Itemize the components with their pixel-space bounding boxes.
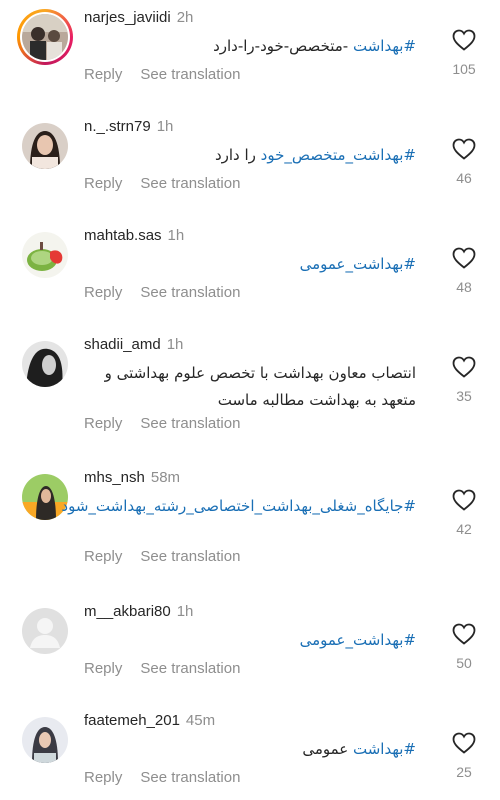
reply-button[interactable]: Reply: [84, 415, 122, 432]
comment-time: 1h: [166, 336, 184, 353]
comment-text: انتصاب معاون بهداشت با تخصص علوم بهداشتی…: [84, 360, 416, 414]
hashtag-link[interactable]: #بهداشت: [353, 740, 416, 758]
reply-button[interactable]: Reply: [84, 66, 122, 83]
like-count: 50: [456, 655, 472, 671]
comment-username[interactable]: n._.strn79: [84, 118, 151, 135]
avatar[interactable]: [22, 341, 68, 387]
hashtag-link[interactable]: #بهداشت_عمومی: [300, 255, 416, 273]
avatar[interactable]: [22, 608, 68, 654]
heart-outline-icon[interactable]: [444, 29, 484, 51]
comment-text: #بهداشت_عمومی: [84, 251, 416, 278]
comment-text: #بهداشت_متخصص_خود را دارد: [84, 142, 416, 169]
comment-text: #بهداشت -متخصص-خود-را-دارد: [84, 33, 416, 60]
heart-outline-icon[interactable]: [444, 247, 484, 269]
comment-body: را دارد: [214, 146, 261, 164]
hashtag-link[interactable]: #بهداشت_عمومی: [300, 631, 416, 649]
like-count: 35: [456, 388, 472, 404]
avatar[interactable]: [22, 123, 68, 169]
avatar[interactable]: [22, 14, 68, 60]
heart-outline-icon[interactable]: [444, 623, 484, 645]
see-translation-button[interactable]: See translation: [140, 66, 240, 83]
comment-time: 1h: [176, 603, 194, 620]
comment-body: انتصاب معاون بهداشت با تخصص علوم بهداشتی…: [104, 364, 416, 409]
comment-username[interactable]: faatemeh_201: [84, 712, 180, 729]
hashtag-link[interactable]: #بهداشت_متخصص_خود: [261, 146, 416, 164]
reply-button[interactable]: Reply: [84, 548, 122, 565]
comment-text: #بهداشت عمومی: [84, 736, 416, 763]
comment-username[interactable]: m__akbari80: [84, 603, 171, 620]
comment-username[interactable]: mhs_nsh: [84, 469, 145, 486]
comment-time: 1h: [167, 227, 185, 244]
like-count: 48: [456, 279, 472, 295]
heart-outline-icon[interactable]: [444, 356, 484, 378]
comment-username[interactable]: mahtab.sas: [84, 227, 162, 244]
see-translation-button[interactable]: See translation: [140, 284, 240, 301]
heart-outline-icon[interactable]: [444, 732, 484, 754]
like-count: 46: [456, 170, 472, 186]
see-translation-button[interactable]: See translation: [140, 769, 240, 786]
avatar[interactable]: [22, 232, 68, 278]
heart-outline-icon[interactable]: [444, 489, 484, 511]
hashtag-link[interactable]: #بهداشت: [353, 37, 416, 55]
comment-body: عمومی: [302, 740, 353, 758]
comment-text: #جایگاه_شغلی_بهداشت_اختصاصی_رشته_بهداشت_…: [61, 493, 416, 520]
comment-time: 58m: [150, 469, 181, 486]
reply-button[interactable]: Reply: [84, 660, 122, 677]
avatar[interactable]: [22, 717, 68, 763]
comment-time: 45m: [185, 712, 216, 729]
see-translation-button[interactable]: See translation: [140, 415, 240, 432]
see-translation-button[interactable]: See translation: [140, 175, 240, 192]
see-translation-button[interactable]: See translation: [140, 660, 240, 677]
comment-text: #بهداشت_عمومی: [84, 627, 416, 654]
comment-username[interactable]: narjes_javiidi: [84, 9, 171, 26]
reply-button[interactable]: Reply: [84, 175, 122, 192]
like-count: 25: [456, 764, 472, 780]
comment-body: -متخصص-خود-را-دارد: [213, 37, 353, 55]
reply-button[interactable]: Reply: [84, 769, 122, 786]
comment-time: 2h: [176, 9, 194, 26]
like-count: 105: [452, 61, 476, 77]
comment-time: 1h: [156, 118, 174, 135]
heart-outline-icon[interactable]: [444, 138, 484, 160]
see-translation-button[interactable]: See translation: [140, 548, 240, 565]
like-count: 42: [456, 521, 472, 537]
reply-button[interactable]: Reply: [84, 284, 122, 301]
comment-username[interactable]: shadii_amd: [84, 336, 161, 353]
hashtag-link[interactable]: #جایگاه_شغلی_بهداشت_اختصاصی_رشته_بهداشت_…: [61, 497, 416, 515]
